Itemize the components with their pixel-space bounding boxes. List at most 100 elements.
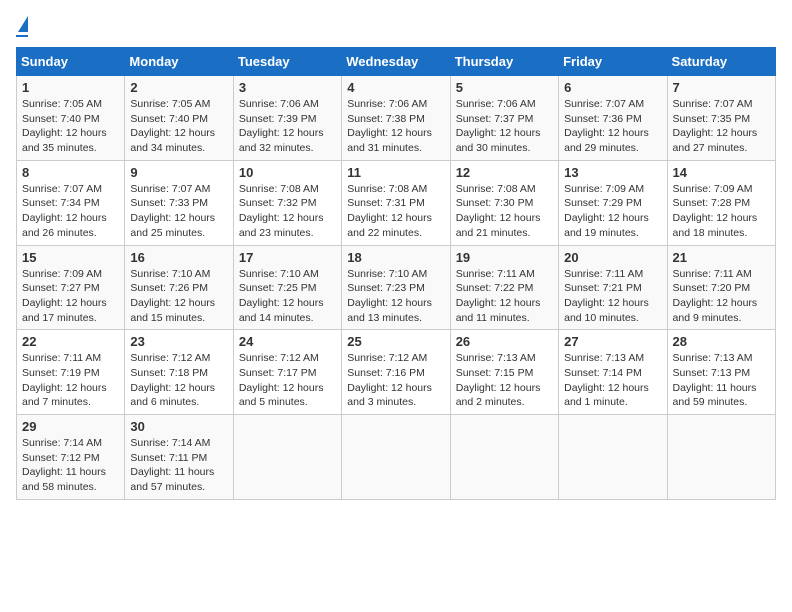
- day-number: 4: [347, 80, 444, 95]
- calendar-cell: 24 Sunrise: 7:12 AMSunset: 7:17 PMDayligh…: [233, 330, 341, 415]
- day-info: Sunrise: 7:07 AMSunset: 7:33 PMDaylight:…: [130, 182, 227, 241]
- calendar-cell: [559, 415, 667, 500]
- calendar-cell: [667, 415, 775, 500]
- calendar-cell: 23 Sunrise: 7:12 AMSunset: 7:18 PMDayligh…: [125, 330, 233, 415]
- day-number: 6: [564, 80, 661, 95]
- day-number: 21: [673, 250, 770, 265]
- calendar-cell: [342, 415, 450, 500]
- day-number: 17: [239, 250, 336, 265]
- day-info: Sunrise: 7:14 AMSunset: 7:11 PMDaylight:…: [130, 436, 227, 495]
- day-info: Sunrise: 7:14 AMSunset: 7:12 PMDaylight:…: [22, 436, 119, 495]
- calendar-cell: 10 Sunrise: 7:08 AMSunset: 7:32 PMDayligh…: [233, 160, 341, 245]
- calendar-cell: 15 Sunrise: 7:09 AMSunset: 7:27 PMDayligh…: [17, 245, 125, 330]
- day-info: Sunrise: 7:07 AMSunset: 7:34 PMDaylight:…: [22, 182, 119, 241]
- day-number: 16: [130, 250, 227, 265]
- day-number: 12: [456, 165, 553, 180]
- page-header: [16, 16, 776, 37]
- day-number: 13: [564, 165, 661, 180]
- day-info: Sunrise: 7:12 AMSunset: 7:16 PMDaylight:…: [347, 351, 444, 410]
- day-info: Sunrise: 7:06 AMSunset: 7:37 PMDaylight:…: [456, 97, 553, 156]
- day-info: Sunrise: 7:05 AMSunset: 7:40 PMDaylight:…: [130, 97, 227, 156]
- calendar-cell: 22Sunrise: 7:11 AMSunset: 7:19 PMDayligh…: [17, 330, 125, 415]
- day-number: 28: [673, 334, 770, 349]
- day-number: 11: [347, 165, 444, 180]
- day-number: 5: [456, 80, 553, 95]
- day-info: Sunrise: 7:11 AMSunset: 7:22 PMDaylight:…: [456, 267, 553, 326]
- calendar-cell: 21 Sunrise: 7:11 AMSunset: 7:20 PMDayligh…: [667, 245, 775, 330]
- day-number: 20: [564, 250, 661, 265]
- day-of-week-header: Monday: [125, 48, 233, 76]
- day-info: Sunrise: 7:08 AMSunset: 7:31 PMDaylight:…: [347, 182, 444, 241]
- day-number: 2: [130, 80, 227, 95]
- day-number: 24: [239, 334, 336, 349]
- day-info: Sunrise: 7:12 AMSunset: 7:18 PMDaylight:…: [130, 351, 227, 410]
- day-info: Sunrise: 7:08 AMSunset: 7:32 PMDaylight:…: [239, 182, 336, 241]
- day-number: 25: [347, 334, 444, 349]
- calendar-cell: 25 Sunrise: 7:12 AMSunset: 7:16 PMDayligh…: [342, 330, 450, 415]
- day-info: Sunrise: 7:10 AMSunset: 7:23 PMDaylight:…: [347, 267, 444, 326]
- calendar-cell: 2 Sunrise: 7:05 AMSunset: 7:40 PMDaylight…: [125, 76, 233, 161]
- day-number: 19: [456, 250, 553, 265]
- day-info: Sunrise: 7:10 AMSunset: 7:25 PMDaylight:…: [239, 267, 336, 326]
- logo-underline: [16, 35, 28, 37]
- day-info: Sunrise: 7:11 AMSunset: 7:21 PMDaylight:…: [564, 267, 661, 326]
- day-info: Sunrise: 7:11 AMSunset: 7:19 PMDaylight:…: [22, 351, 119, 410]
- calendar-cell: 5 Sunrise: 7:06 AMSunset: 7:37 PMDaylight…: [450, 76, 558, 161]
- day-info: Sunrise: 7:10 AMSunset: 7:26 PMDaylight:…: [130, 267, 227, 326]
- logo: [16, 16, 28, 37]
- day-number: 1: [22, 80, 119, 95]
- calendar-cell: 30 Sunrise: 7:14 AMSunset: 7:11 PMDayligh…: [125, 415, 233, 500]
- day-info: Sunrise: 7:11 AMSunset: 7:20 PMDaylight:…: [673, 267, 770, 326]
- day-number: 27: [564, 334, 661, 349]
- calendar-cell: 17 Sunrise: 7:10 AMSunset: 7:25 PMDayligh…: [233, 245, 341, 330]
- day-info: Sunrise: 7:05 AMSunset: 7:40 PMDaylight:…: [22, 97, 119, 156]
- day-of-week-header: Friday: [559, 48, 667, 76]
- calendar-cell: 29Sunrise: 7:14 AMSunset: 7:12 PMDayligh…: [17, 415, 125, 500]
- day-of-week-header: Sunday: [17, 48, 125, 76]
- calendar-cell: 9 Sunrise: 7:07 AMSunset: 7:33 PMDaylight…: [125, 160, 233, 245]
- calendar-cell: 6 Sunrise: 7:07 AMSunset: 7:36 PMDaylight…: [559, 76, 667, 161]
- day-of-week-header: Saturday: [667, 48, 775, 76]
- day-number: 23: [130, 334, 227, 349]
- day-of-week-header: Thursday: [450, 48, 558, 76]
- calendar-cell: 18 Sunrise: 7:10 AMSunset: 7:23 PMDayligh…: [342, 245, 450, 330]
- day-info: Sunrise: 7:09 AMSunset: 7:29 PMDaylight:…: [564, 182, 661, 241]
- day-info: Sunrise: 7:06 AMSunset: 7:38 PMDaylight:…: [347, 97, 444, 156]
- day-number: 8: [22, 165, 119, 180]
- calendar-cell: 19 Sunrise: 7:11 AMSunset: 7:22 PMDayligh…: [450, 245, 558, 330]
- day-number: 9: [130, 165, 227, 180]
- day-info: Sunrise: 7:09 AMSunset: 7:28 PMDaylight:…: [673, 182, 770, 241]
- day-number: 15: [22, 250, 119, 265]
- calendar-body: 1 Sunrise: 7:05 AMSunset: 7:40 PMDaylight…: [17, 76, 776, 500]
- calendar-cell: 8 Sunrise: 7:07 AMSunset: 7:34 PMDaylight…: [17, 160, 125, 245]
- calendar-cell: 1 Sunrise: 7:05 AMSunset: 7:40 PMDaylight…: [17, 76, 125, 161]
- calendar-cell: 12 Sunrise: 7:08 AMSunset: 7:30 PMDayligh…: [450, 160, 558, 245]
- calendar-header: SundayMondayTuesdayWednesdayThursdayFrid…: [17, 48, 776, 76]
- day-info: Sunrise: 7:09 AMSunset: 7:27 PMDaylight:…: [22, 267, 119, 326]
- calendar-cell: [233, 415, 341, 500]
- calendar-cell: 3Sunrise: 7:06 AMSunset: 7:39 PMDaylight…: [233, 76, 341, 161]
- day-info: Sunrise: 7:13 AMSunset: 7:15 PMDaylight:…: [456, 351, 553, 410]
- day-info: Sunrise: 7:13 AMSunset: 7:14 PMDaylight:…: [564, 351, 661, 410]
- day-of-week-header: Tuesday: [233, 48, 341, 76]
- calendar-cell: 16 Sunrise: 7:10 AMSunset: 7:26 PMDayligh…: [125, 245, 233, 330]
- day-info: Sunrise: 7:12 AMSunset: 7:17 PMDaylight:…: [239, 351, 336, 410]
- day-number: 3: [239, 80, 336, 95]
- calendar-cell: 27 Sunrise: 7:13 AMSunset: 7:14 PMDayligh…: [559, 330, 667, 415]
- day-number: 7: [673, 80, 770, 95]
- calendar-cell: [450, 415, 558, 500]
- day-info: Sunrise: 7:07 AMSunset: 7:36 PMDaylight:…: [564, 97, 661, 156]
- calendar-cell: 26 Sunrise: 7:13 AMSunset: 7:15 PMDayligh…: [450, 330, 558, 415]
- day-number: 30: [130, 419, 227, 434]
- calendar-cell: 4 Sunrise: 7:06 AMSunset: 7:38 PMDaylight…: [342, 76, 450, 161]
- day-number: 10: [239, 165, 336, 180]
- day-info: Sunrise: 7:13 AMSunset: 7:13 PMDaylight:…: [673, 351, 770, 410]
- day-info: Sunrise: 7:07 AMSunset: 7:35 PMDaylight:…: [673, 97, 770, 156]
- day-info: Sunrise: 7:08 AMSunset: 7:30 PMDaylight:…: [456, 182, 553, 241]
- day-of-week-header: Wednesday: [342, 48, 450, 76]
- calendar-cell: 7 Sunrise: 7:07 AMSunset: 7:35 PMDaylight…: [667, 76, 775, 161]
- day-number: 18: [347, 250, 444, 265]
- calendar-cell: 14Sunrise: 7:09 AMSunset: 7:28 PMDayligh…: [667, 160, 775, 245]
- day-number: 26: [456, 334, 553, 349]
- logo-icon: [18, 16, 28, 32]
